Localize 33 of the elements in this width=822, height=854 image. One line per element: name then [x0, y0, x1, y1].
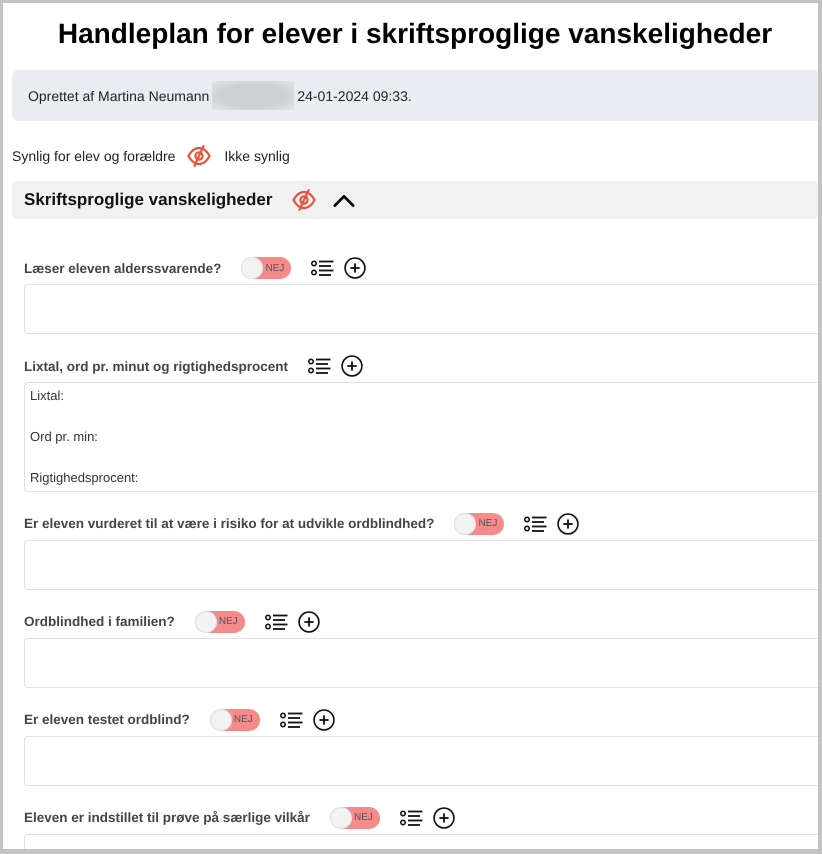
chevron-up-icon[interactable] — [333, 194, 356, 206]
add-circle-icon[interactable] — [344, 257, 366, 279]
question-label: Læser eleven alderssvarende? — [24, 260, 222, 276]
list-icon[interactable] — [524, 516, 548, 532]
question-label: Er eleven testet ordblind? — [24, 712, 190, 727]
toggle-switch[interactable]: NEJ — [210, 708, 260, 730]
list-icon[interactable] — [400, 810, 423, 826]
eye-slash-icon — [187, 145, 212, 167]
eye-slash-icon[interactable] — [292, 189, 316, 211]
list-icon[interactable] — [308, 358, 332, 374]
toggle-switch[interactable]: NEJ — [241, 257, 292, 279]
list-icon[interactable] — [311, 260, 334, 276]
question-label: Lixtal, ord pr. minut og rigtighedsprocent — [24, 358, 288, 374]
question-label: Ordblindhed i familien? — [24, 614, 175, 629]
add-circle-icon[interactable] — [557, 512, 580, 534]
list-icon[interactable] — [280, 712, 303, 728]
add-circle-icon[interactable] — [298, 610, 320, 632]
add-circle-icon[interactable] — [312, 708, 335, 730]
list-icon[interactable] — [264, 614, 288, 630]
question-label: Eleven er indstillet til prøve på særlige vilkår — [24, 810, 310, 825]
legend-label: Synlig for elev og forældre — [12, 148, 176, 164]
legend-label: Ikke synlig — [224, 148, 290, 164]
created-timestamp: 24-01-2024 09:33. — [297, 88, 412, 104]
toggle-switch[interactable]: NEJ — [454, 512, 504, 534]
toggle-switch[interactable]: NEJ — [330, 806, 380, 828]
created-by-text: Oprettet af Martina Neumann — [28, 88, 210, 104]
add-circle-icon[interactable] — [432, 806, 455, 828]
toggle-switch[interactable]: NEJ — [194, 610, 245, 632]
section-title: Skriftsproglige vanskeligheder — [24, 190, 272, 210]
add-circle-icon[interactable] — [341, 355, 364, 377]
text-area[interactable]: Lixtal: Ord pr. min: Rigtighedsprocent: — [24, 382, 818, 492]
page-title: Handleplan for elever i skriftsproglige vanskeligheder — [58, 17, 772, 51]
question-label: Er eleven vurderet til at være i risiko for at udvikle ordblindhed? — [24, 516, 434, 531]
